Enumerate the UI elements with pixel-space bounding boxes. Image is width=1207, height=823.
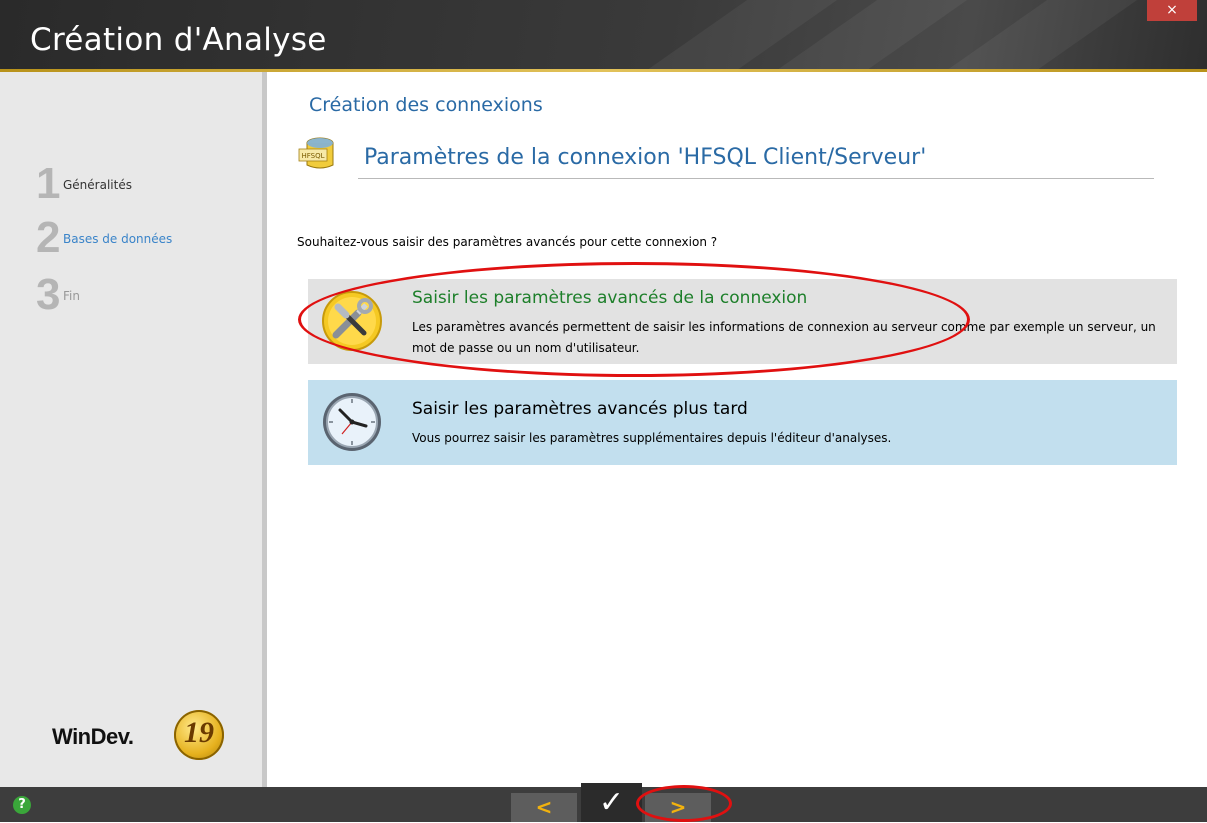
step-number: 2 <box>36 213 61 262</box>
question-text: Souhaitez-vous saisir des paramètres ava… <box>297 235 718 249</box>
main-panel: Création des connexions HFSQL Paramètres… <box>267 72 1207 787</box>
database-icon-label: HFSQL <box>301 152 324 160</box>
option-advanced-now[interactable]: Saisir les paramètres avancés de la conn… <box>308 279 1177 364</box>
previous-button[interactable]: < <box>511 793 577 822</box>
step-number: 3 <box>36 270 61 319</box>
brand-name: WinDev. <box>52 724 134 749</box>
option-description: Vous pourrez saisir les paramètres suppl… <box>412 431 892 445</box>
step-label: Bases de données <box>63 232 173 246</box>
connection-subtitle: Paramètres de la connexion 'HFSQL Client… <box>364 145 927 170</box>
step-label: Généralités <box>63 178 132 192</box>
tools-icon <box>322 291 382 351</box>
step-label: Fin <box>63 289 80 303</box>
database-icon: HFSQL <box>298 137 334 169</box>
wizard-steps-sidebar: 1 Généralités 2 Bases de données 3 Fin W… <box>0 72 267 787</box>
windev-logo: WinDev. 19 <box>52 708 224 764</box>
version-badge: 19 <box>174 710 224 760</box>
close-button[interactable]: × <box>1147 0 1197 21</box>
option-title: Saisir les paramètres avancés de la conn… <box>412 288 808 308</box>
next-button[interactable]: > <box>645 793 711 822</box>
clock-icon <box>323 393 381 451</box>
window-title: Création d'Analyse <box>30 22 327 58</box>
title-bar: Création d'Analyse × <box>0 0 1207 72</box>
subtitle-divider <box>358 178 1154 179</box>
section-title: Création des connexions <box>309 94 543 116</box>
option-title: Saisir les paramètres avancés plus tard <box>412 399 748 419</box>
option-description: Les paramètres avancés permettent de sai… <box>412 320 1156 355</box>
finish-button[interactable]: ✓ <box>581 783 642 822</box>
option-advanced-later[interactable]: Saisir les paramètres avancés plus tard … <box>308 380 1177 465</box>
version-number: 19 <box>184 716 214 749</box>
help-button[interactable]: ? <box>13 796 31 814</box>
step-number: 1 <box>36 159 61 208</box>
